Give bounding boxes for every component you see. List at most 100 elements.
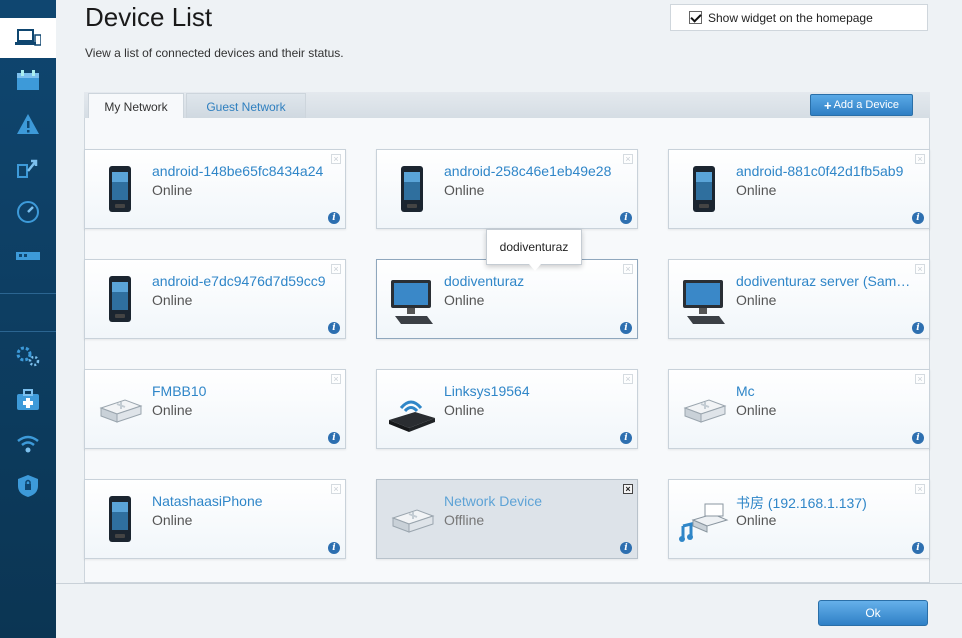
device-name: FMBB10 bbox=[152, 383, 207, 399]
close-icon[interactable]: × bbox=[623, 484, 633, 494]
device-name: android-881c0f42d1fb5ab9 bbox=[736, 163, 904, 179]
device-status: Offline bbox=[444, 512, 485, 528]
page-title: Device List bbox=[85, 2, 213, 32]
device-status: Online bbox=[152, 402, 193, 418]
info-icon[interactable]: i bbox=[328, 322, 340, 334]
device-status: Online bbox=[736, 292, 777, 308]
info-icon[interactable]: i bbox=[620, 542, 632, 554]
info-icon[interactable]: i bbox=[912, 542, 924, 554]
storage-icon bbox=[683, 399, 727, 423]
device-name: dodiventuraz bbox=[444, 273, 525, 289]
device-name: Network Device bbox=[444, 493, 543, 509]
device-card-192-168-1-137[interactable]: 书房 (192.168.1.137) Online × i bbox=[668, 479, 930, 559]
widget-checkbox[interactable] bbox=[689, 11, 702, 24]
device-status: Online bbox=[736, 182, 777, 198]
tab-bar: My Network Guest Network bbox=[84, 92, 930, 119]
device-card-dodiventuraz[interactable]: dodiventuraz Online × i bbox=[376, 259, 638, 339]
router-icon bbox=[389, 400, 435, 432]
device-card-android-881c0f42d1fb5ab9[interactable]: android-881c0f42d1fb5ab9 Online × i bbox=[668, 149, 930, 229]
device-name: android-e7dc9476d7d59cc9 bbox=[152, 273, 326, 289]
close-icon[interactable]: × bbox=[331, 484, 341, 494]
phone-icon bbox=[401, 166, 423, 212]
device-status: Online bbox=[736, 512, 777, 528]
device-card-natashaasiphone[interactable]: NatashaasiPhone Online × i bbox=[84, 479, 346, 559]
sidebar-item-troubleshooting[interactable] bbox=[0, 104, 56, 144]
close-icon[interactable]: × bbox=[331, 154, 341, 164]
toolkit-icon bbox=[17, 389, 39, 410]
device-status: Online bbox=[152, 512, 193, 528]
info-icon[interactable]: i bbox=[328, 542, 340, 554]
device-name: dodiventuraz server (Sam… bbox=[736, 273, 911, 289]
storage-icon bbox=[99, 399, 143, 423]
tab-my-network[interactable]: My Network bbox=[88, 93, 184, 119]
device-name: Mc bbox=[736, 383, 755, 399]
device-status: Online bbox=[736, 402, 777, 418]
device-card-network-device[interactable]: Network Device Offline × i bbox=[376, 479, 638, 559]
device-card-android-258c46e1eb49e28[interactable]: android-258c46e1eb49e28 Online × i bbox=[376, 149, 638, 229]
warning-icon bbox=[17, 114, 39, 134]
device-status: Online bbox=[444, 292, 485, 308]
sidebar-item-device-list[interactable] bbox=[0, 18, 64, 58]
close-icon[interactable]: × bbox=[331, 264, 341, 274]
device-status: Online bbox=[152, 182, 193, 198]
close-icon[interactable]: × bbox=[623, 264, 633, 274]
device-status: Online bbox=[152, 292, 193, 308]
device-card-fmbb10[interactable]: FMBB10 Online × i bbox=[84, 369, 346, 449]
close-icon[interactable]: × bbox=[915, 484, 925, 494]
sidebar-item-storage[interactable] bbox=[0, 380, 56, 420]
speedometer-icon bbox=[17, 201, 39, 223]
media-icon bbox=[679, 503, 729, 542]
info-icon[interactable]: i bbox=[620, 322, 632, 334]
widget-checkbox-label: Show widget on the homepage bbox=[708, 10, 873, 25]
wifi-icon bbox=[17, 435, 39, 453]
close-icon[interactable]: × bbox=[915, 264, 925, 274]
sidebar-item-security[interactable] bbox=[0, 466, 56, 506]
plus-icon: + bbox=[823, 97, 832, 113]
tab-guest-network[interactable]: Guest Network bbox=[186, 93, 306, 119]
info-icon[interactable]: i bbox=[912, 322, 924, 334]
sidebar-item-speed-test[interactable] bbox=[0, 192, 56, 232]
storage-icon bbox=[391, 509, 435, 533]
add-device-button[interactable]: + Add a Device bbox=[810, 94, 913, 116]
device-card-dodiventuraz-server-sam[interactable]: dodiventuraz server (Sam… Online × i bbox=[668, 259, 930, 339]
phone-icon bbox=[109, 496, 131, 542]
info-icon[interactable]: i bbox=[912, 212, 924, 224]
sidebar bbox=[0, 0, 64, 638]
sidebar-item-usb[interactable] bbox=[0, 236, 56, 276]
device-card-android-e7dc9476d7d59cc9[interactable]: android-e7dc9476d7d59cc9 Online × i bbox=[84, 259, 346, 339]
usb-icon bbox=[16, 252, 40, 260]
device-status: Online bbox=[444, 182, 485, 198]
device-name: 书房 (192.168.1.137) bbox=[736, 495, 867, 511]
desktop-icon bbox=[683, 280, 725, 324]
main-content: Device List View a list of connected dev… bbox=[56, 0, 962, 638]
close-icon[interactable]: × bbox=[331, 374, 341, 384]
device-card-android-148be65fc8434a24[interactable]: android-148be65fc8434a24 Online × i bbox=[84, 149, 346, 229]
media-prioritization-icon bbox=[17, 159, 38, 178]
footer-divider bbox=[56, 583, 962, 584]
info-icon[interactable]: i bbox=[620, 432, 632, 444]
sidebar-item-wireless[interactable] bbox=[0, 424, 56, 464]
close-icon[interactable]: × bbox=[915, 154, 925, 164]
shield-icon bbox=[18, 475, 38, 497]
info-icon[interactable]: i bbox=[328, 212, 340, 224]
info-icon[interactable]: i bbox=[328, 432, 340, 444]
device-status: Online bbox=[444, 402, 485, 418]
laptop-icon bbox=[15, 29, 41, 46]
ok-button[interactable]: Ok bbox=[818, 600, 928, 626]
device-card-linksys19564[interactable]: Linksys19564 Online × i bbox=[376, 369, 638, 449]
sidebar-item-media[interactable] bbox=[0, 148, 56, 188]
sidebar-item-connectivity[interactable] bbox=[0, 336, 56, 376]
info-icon[interactable]: i bbox=[912, 432, 924, 444]
info-icon[interactable]: i bbox=[620, 212, 632, 224]
phone-icon bbox=[693, 166, 715, 212]
close-icon[interactable]: × bbox=[915, 374, 925, 384]
sidebar-item-calendar[interactable] bbox=[0, 60, 56, 100]
calendar-icon bbox=[17, 70, 39, 90]
close-icon[interactable]: × bbox=[623, 154, 633, 164]
close-icon[interactable]: × bbox=[623, 374, 633, 384]
widget-checkbox-row[interactable]: Show widget on the homepage bbox=[670, 4, 928, 31]
device-card-mc[interactable]: Mc Online × i bbox=[668, 369, 930, 449]
add-device-label: Add a Device bbox=[833, 99, 900, 111]
gears-icon bbox=[16, 346, 40, 367]
device-name: Linksys19564 bbox=[444, 383, 530, 399]
